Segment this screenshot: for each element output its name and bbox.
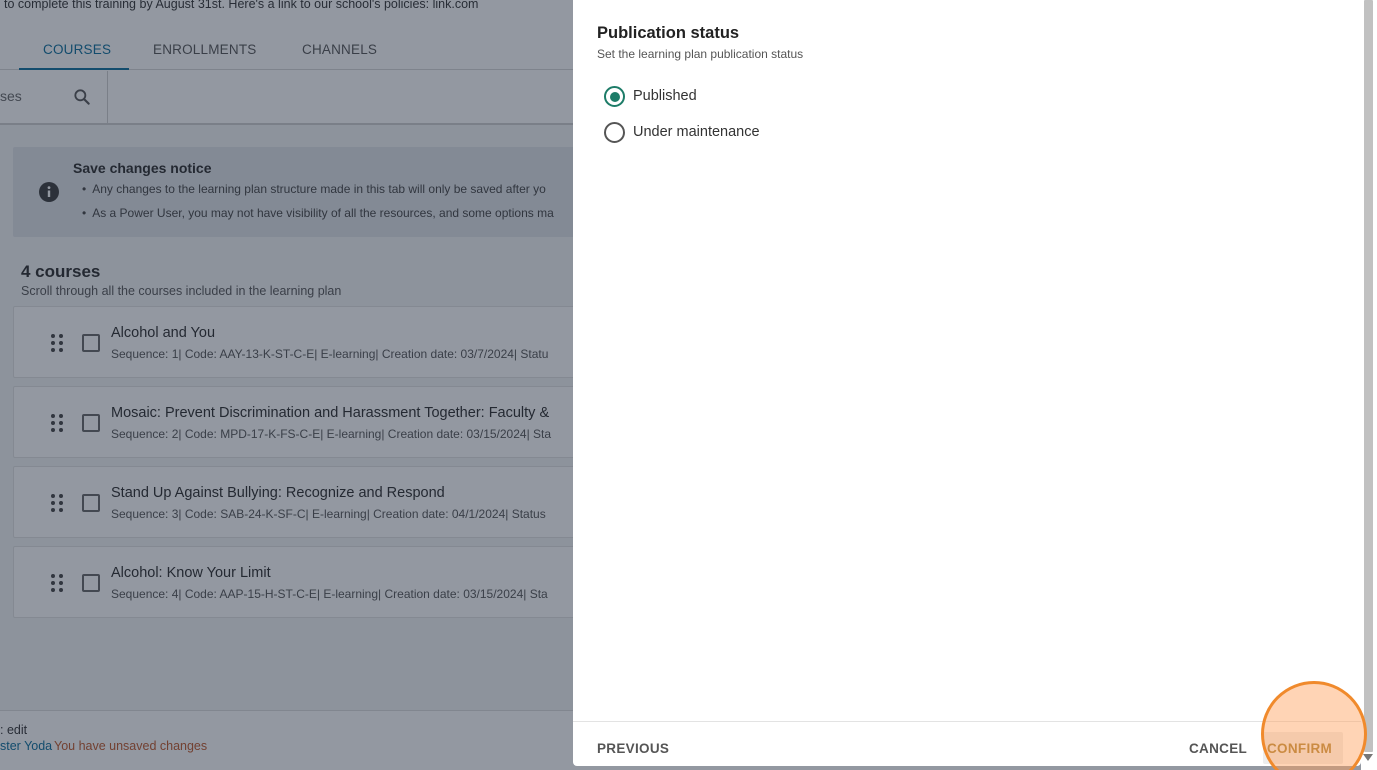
panel-title: Publication status: [597, 24, 740, 42]
cancel-button[interactable]: CANCEL: [1189, 741, 1247, 756]
scrollbar[interactable]: [1361, 0, 1377, 770]
radio-option-published[interactable]: Published: [604, 85, 1004, 107]
radio-button-published[interactable]: [604, 86, 625, 107]
panel-subtitle: Set the learning plan publication status: [597, 47, 804, 61]
radio-button-under-maintenance[interactable]: [604, 122, 625, 143]
scroll-down-arrow-icon[interactable]: [1363, 754, 1373, 761]
radio-label: Under maintenance: [633, 124, 760, 140]
radio-option-under-maintenance[interactable]: Under maintenance: [604, 121, 1004, 143]
previous-button[interactable]: PREVIOUS: [597, 741, 669, 756]
publication-status-panel: Publication status Set the learning plan…: [573, 0, 1361, 766]
confirm-button[interactable]: CONFIRM: [1267, 741, 1332, 756]
scrollbar-thumb[interactable]: [1364, 0, 1373, 752]
panel-footer: PREVIOUS CANCEL CONFIRM: [573, 721, 1361, 766]
radio-label: Published: [633, 88, 697, 104]
